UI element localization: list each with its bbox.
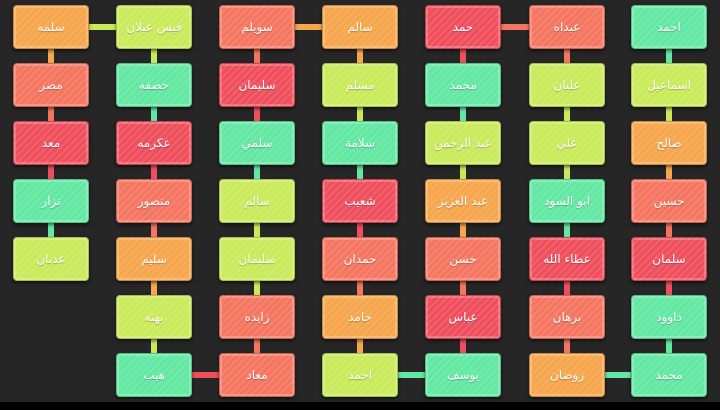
name-box: حصفه bbox=[116, 63, 192, 107]
name-box: محمد bbox=[425, 63, 501, 107]
name-box: شعيب bbox=[322, 179, 398, 223]
name-box: حمدان bbox=[322, 237, 398, 281]
name-box: يوسف bbox=[425, 353, 501, 397]
name-box: روضان bbox=[529, 353, 605, 397]
name-box: عباس bbox=[425, 295, 501, 339]
name-box: زايده bbox=[219, 295, 295, 339]
name-box: سالم bbox=[219, 179, 295, 223]
name-box: نزار bbox=[13, 179, 89, 223]
name-box: عبد العزيز bbox=[425, 179, 501, 223]
name-box: عبد الرحمن bbox=[425, 121, 501, 165]
name-box: منصور bbox=[116, 179, 192, 223]
name-box: برهان bbox=[529, 295, 605, 339]
name-box: سليمان bbox=[219, 63, 295, 107]
name-box: سالم bbox=[322, 5, 398, 49]
name-box: سلمي bbox=[219, 121, 295, 165]
name-box: عطاء الله bbox=[529, 237, 605, 281]
name-box: حامد bbox=[322, 295, 398, 339]
name-box: معد bbox=[13, 121, 89, 165]
name-box: عكرمه bbox=[116, 121, 192, 165]
name-box: ابو السود bbox=[529, 179, 605, 223]
name-box: حمد bbox=[425, 5, 501, 49]
name-box: احمد bbox=[322, 353, 398, 397]
name-box: مضر bbox=[13, 63, 89, 107]
name-box: محمد bbox=[631, 353, 707, 397]
name-box: اسماعيل bbox=[631, 63, 707, 107]
name-box: مسلم bbox=[322, 63, 398, 107]
name-box: سلمان bbox=[631, 237, 707, 281]
name-box: حسن bbox=[425, 237, 501, 281]
name-box: داوود bbox=[631, 295, 707, 339]
name-box: بهثه bbox=[116, 295, 192, 339]
name-box: احمد bbox=[631, 5, 707, 49]
name-box: معاد bbox=[219, 353, 295, 397]
name-box: صالح bbox=[631, 121, 707, 165]
name-box: هيب bbox=[116, 353, 192, 397]
name-box: عدنان bbox=[13, 237, 89, 281]
name-box: سليمان bbox=[219, 237, 295, 281]
name-box: سويلم bbox=[219, 5, 295, 49]
name-box: علي bbox=[529, 121, 605, 165]
name-box: سلمه bbox=[13, 5, 89, 49]
name-box: قيس عيلان bbox=[116, 5, 192, 49]
name-box: عبداه bbox=[529, 5, 605, 49]
name-box: عليان bbox=[529, 63, 605, 107]
name-box: سلامة bbox=[322, 121, 398, 165]
name-box: حسين bbox=[631, 179, 707, 223]
name-box: سليم bbox=[116, 237, 192, 281]
